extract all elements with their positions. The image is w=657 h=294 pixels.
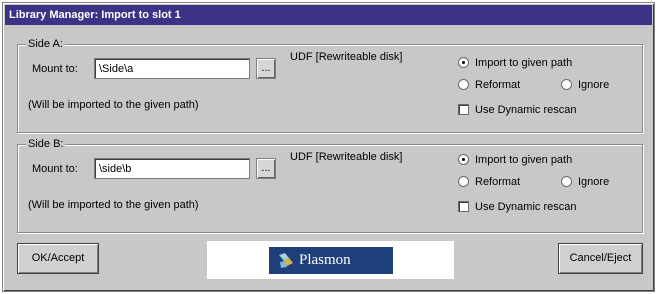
radio-icon [458,79,469,90]
side-b-group: Side B: Mount to: ... UDF [Rewriteable d… [17,137,643,233]
side-a-dynamic-rescan-checkbox[interactable]: Use Dynamic rescan [458,103,576,117]
side-b-mount-input[interactable] [94,158,250,179]
side-b-ignore-radio[interactable]: Ignore [561,175,609,189]
side-a-dynamic-rescan-label: Use Dynamic rescan [475,104,577,116]
side-b-dynamic-rescan-checkbox[interactable]: Use Dynamic rescan [458,200,576,214]
side-b-legend: Side B: [26,137,66,151]
side-a-ignore-label: Ignore [578,79,610,91]
side-b-dynamic-rescan-label: Use Dynamic rescan [475,201,577,213]
side-a-mount-input[interactable] [94,58,250,79]
side-a-import-radio[interactable]: Import to given path [458,56,572,70]
side-b-import-radio[interactable]: Import to given path [458,153,572,167]
dialog-title: Library Manager: Import to slot 1 [5,5,652,25]
side-a-legend: Side A: [26,37,65,51]
plasmon-logo-text: Plasmon [299,252,351,268]
side-a-note: (Will be imported to the given path) [28,99,199,111]
library-manager-dialog: Library Manager: Import to slot 1 Side A… [2,2,655,292]
cancel-eject-button[interactable]: Cancel/Eject [558,243,643,274]
side-a-reformat-label: Reformat [475,79,521,91]
radio-checked-icon [458,57,469,68]
side-b-reformat-radio[interactable]: Reformat [458,175,520,189]
side-a-mount-label: Mount to: [32,63,78,75]
plasmon-logo: Plasmon [207,241,454,279]
side-a-ignore-radio[interactable]: Ignore [561,78,609,92]
side-a-reformat-radio[interactable]: Reformat [458,78,520,92]
side-a-browse-button[interactable]: ... [256,58,276,79]
side-b-import-label: Import to given path [475,154,573,166]
side-a-format-label: UDF [Rewriteable disk] [290,51,403,63]
checkbox-icon [458,104,469,115]
side-a-import-label: Import to given path [475,57,573,69]
side-b-ignore-label: Ignore [578,176,610,188]
side-b-browse-button[interactable]: ... [256,158,276,179]
radio-icon [561,79,572,90]
plasmon-logo-banner: Plasmon [269,247,393,274]
radio-checked-icon [458,154,469,165]
side-b-mount-label: Mount to: [32,163,78,175]
checkbox-icon [458,201,469,212]
radio-icon [561,176,572,187]
side-b-format-label: UDF [Rewriteable disk] [290,151,403,163]
side-b-reformat-label: Reformat [475,176,521,188]
ok-accept-button[interactable]: OK/Accept [17,243,99,274]
plasmon-logo-icon [279,253,293,268]
side-b-note: (Will be imported to the given path) [28,199,199,211]
side-a-group: Side A: Mount to: ... UDF [Rewriteable d… [17,37,643,133]
radio-icon [458,176,469,187]
